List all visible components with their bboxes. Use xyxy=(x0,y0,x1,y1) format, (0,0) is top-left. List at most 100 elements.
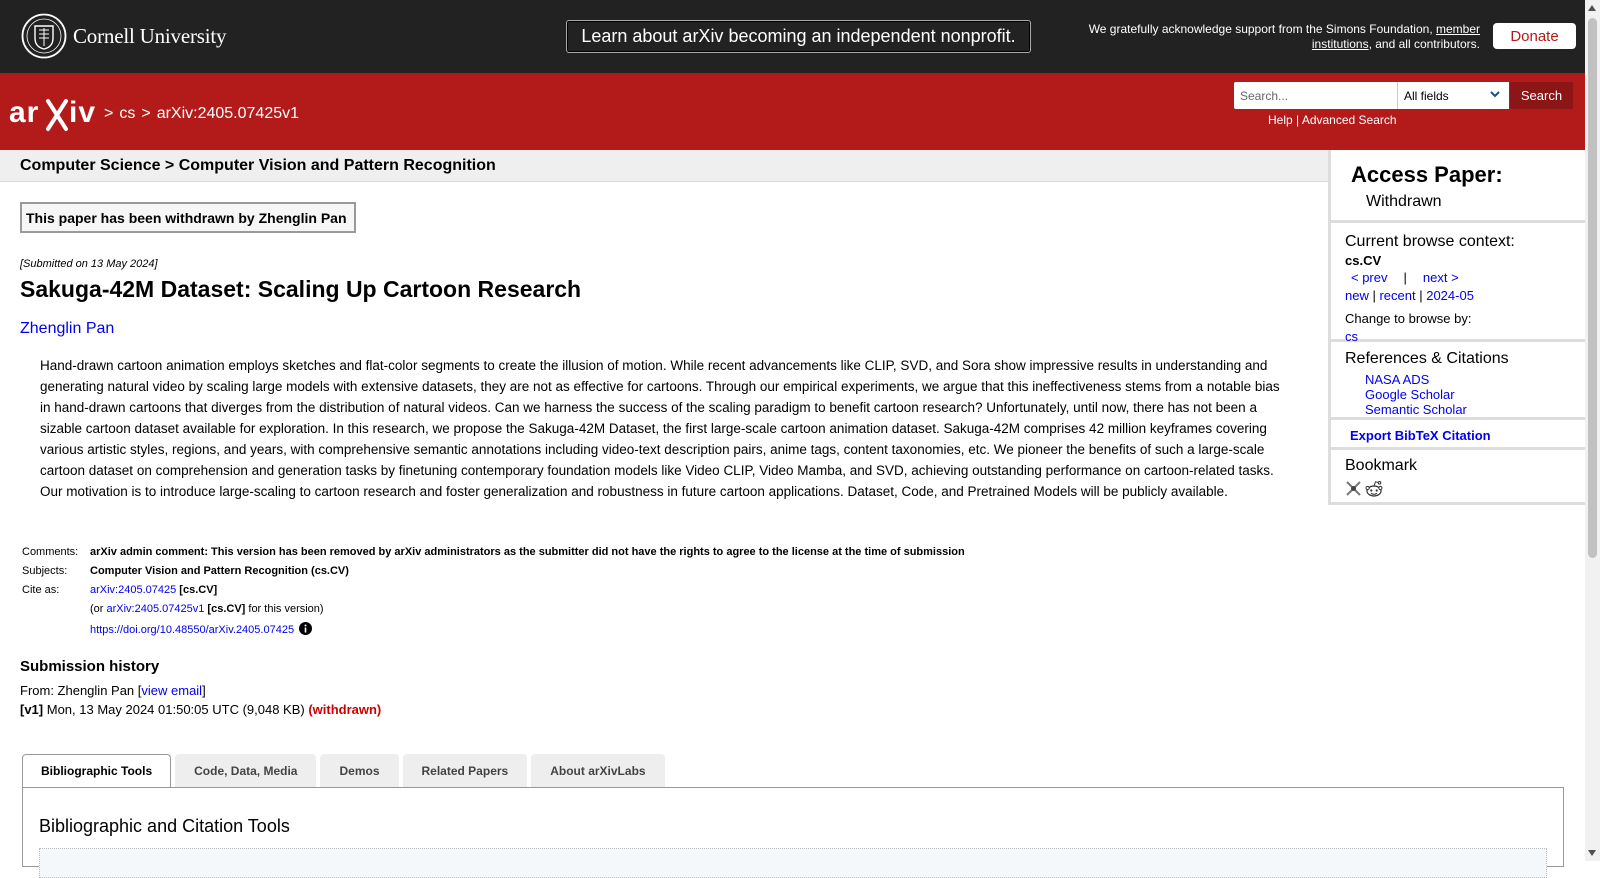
new-link[interactable]: new xyxy=(1345,288,1369,303)
subjects-value: Computer Vision and Pattern Recognition … xyxy=(90,565,349,577)
comments-label: Comments: xyxy=(22,546,79,558)
bookmark-box: Bookmark xyxy=(1328,450,1585,505)
scrollbar-thumb[interactable] xyxy=(1588,18,1597,558)
cite-row: Cite as: arXiv:2405.07425 [cs.CV] (or ar… xyxy=(20,584,965,643)
withdrawn-notice: This paper has been withdrawn by Zhengli… xyxy=(20,202,356,233)
bibsonomy-icon[interactable] xyxy=(1345,480,1362,497)
abstract: Hand-drawn cartoon animation employs ske… xyxy=(40,358,1280,499)
nasa-ads-link[interactable]: NASA ADS xyxy=(1365,372,1429,387)
cite-or: (or xyxy=(90,603,107,615)
acknowledgement-text: We gratefully acknowledge support from t… xyxy=(1070,22,1480,51)
subjects-label: Subjects: xyxy=(22,565,68,577)
version-label: [v1] xyxy=(20,702,44,717)
breadcrumb: > cs > arXiv:2405.07425v1 xyxy=(104,105,299,123)
page-scrollbar[interactable] xyxy=(1585,0,1600,861)
bookmark-icons xyxy=(1345,480,1383,498)
nonprofit-banner-button[interactable]: Learn about arXiv becoming an independen… xyxy=(566,20,1031,53)
paper-title: Sakuga-42M Dataset: Scaling Up Cartoon R… xyxy=(20,276,582,302)
metadata-table: Comments: arXiv admin comment: This vers… xyxy=(20,546,965,643)
prev-link[interactable]: < prev xyxy=(1351,270,1388,285)
sep: | xyxy=(1415,288,1427,303)
export-bibtex-link[interactable]: Export BibTeX Citation xyxy=(1350,428,1491,443)
breadcrumb-cs[interactable]: cs xyxy=(119,105,135,123)
submission-history-title: Submission history xyxy=(20,658,160,675)
doi-link[interactable]: https://doi.org/10.48550/arXiv.2405.0742… xyxy=(90,624,294,636)
tab-panel-content xyxy=(39,848,1547,878)
search-field-select[interactable]: All fields xyxy=(1397,82,1509,109)
tab-panel-title: Bibliographic and Citation Tools xyxy=(39,816,290,836)
cornell-logo[interactable]: Cornell University xyxy=(21,13,226,59)
svg-text:ar: ar xyxy=(9,96,39,129)
cite-version-category: [cs.CV] xyxy=(207,603,246,615)
subject-header: Computer Science > Computer Vision and P… xyxy=(0,150,1328,182)
next-link[interactable]: next > xyxy=(1423,270,1459,285)
tab-panel: Bibliographic and Citation Tools xyxy=(22,787,1564,878)
cornell-topbar: Cornell University Learn about arXiv bec… xyxy=(0,0,1585,73)
version-date: Mon, 13 May 2024 01:50:05 UTC (9,048 KB) xyxy=(43,702,309,717)
month-link[interactable]: 2024-05 xyxy=(1426,288,1474,303)
donate-button[interactable]: Donate xyxy=(1493,23,1576,49)
from-suffix: ] xyxy=(202,683,206,698)
cite-label: Cite as: xyxy=(22,584,60,596)
author-link[interactable]: Zhenglin Pan xyxy=(20,320,114,338)
submitted-date: [Submitted on 13 May 2024] xyxy=(20,258,158,270)
arxiv-header: ar iv > cs > arXiv:2405.07425v1 All fiel… xyxy=(0,73,1585,150)
comments-row: Comments: arXiv admin comment: This vers… xyxy=(20,546,965,565)
scroll-up-arrow-icon[interactable] xyxy=(1588,5,1596,11)
cornell-name: Cornell University xyxy=(73,23,227,48)
svg-text:iv: iv xyxy=(69,96,96,129)
arxiv-logo-icon[interactable]: ar iv xyxy=(8,93,103,133)
breadcrumb-sep: > xyxy=(104,105,114,122)
bibtex-box: Export BibTeX Citation xyxy=(1328,420,1585,450)
tab-bibliographic-tools[interactable]: Bibliographic Tools xyxy=(22,754,172,788)
nav-sep: | xyxy=(1403,270,1407,285)
browse-context-title: Current browse context: xyxy=(1345,233,1515,250)
cite-version-suffix: for this version) xyxy=(245,603,324,615)
version-v1: [v1] Mon, 13 May 2024 01:50:05 UTC (9,04… xyxy=(20,702,381,717)
from-prefix: From: Zhenglin Pan [ xyxy=(20,683,142,698)
submission-from: From: Zhenglin Pan [view email] xyxy=(20,683,206,698)
breadcrumb-sep: > xyxy=(141,105,151,122)
search-field-value: All fields xyxy=(1404,88,1449,103)
help-link[interactable]: Help xyxy=(1268,113,1293,127)
chevron-down-icon xyxy=(1490,91,1500,98)
cite-version-link[interactable]: arXiv:2405.07425v1 xyxy=(107,603,205,615)
version-status: (withdrawn) xyxy=(308,702,382,717)
search-input[interactable] xyxy=(1234,82,1397,109)
browse-context-category: cs.CV xyxy=(1345,253,1382,268)
browse-new-recent: new | recent | 2024-05 xyxy=(1345,288,1474,303)
ack-suffix: , and all contributors. xyxy=(1368,36,1480,51)
comments-value: arXiv admin comment: This version has be… xyxy=(90,546,965,558)
reddit-icon[interactable] xyxy=(1365,480,1383,498)
bookmark-title: Bookmark xyxy=(1345,457,1418,474)
labs-tabs: Bibliographic Tools Code, Data, Media De… xyxy=(22,754,665,788)
google-scholar-link[interactable]: Google Scholar xyxy=(1365,387,1455,402)
help-sep: | xyxy=(1292,113,1302,127)
sidebar: Access Paper: Withdrawn Current browse c… xyxy=(1328,150,1585,505)
cite-category: [cs.CV] xyxy=(179,584,218,596)
browse-nav: < prev | next > xyxy=(1345,270,1465,285)
cite-id-link[interactable]: arXiv:2405.07425 xyxy=(90,584,176,596)
cornell-seal-icon xyxy=(21,13,67,59)
access-paper-box: Access Paper: Withdrawn xyxy=(1328,150,1585,223)
tab-about-arxivlabs[interactable]: About arXivLabs xyxy=(531,754,665,787)
tab-related-papers[interactable]: Related Papers xyxy=(402,754,528,787)
access-status: Withdrawn xyxy=(1366,193,1442,210)
semantic-scholar-link[interactable]: Semantic Scholar xyxy=(1365,402,1467,417)
subjects-row: Subjects: Computer Vision and Pattern Re… xyxy=(20,565,965,584)
scroll-down-arrow-icon[interactable] xyxy=(1588,850,1596,856)
breadcrumb-paper-id: arXiv:2405.07425v1 xyxy=(156,105,300,122)
search-button[interactable]: Search xyxy=(1510,82,1573,109)
tab-demos[interactable]: Demos xyxy=(320,754,399,787)
browse-context-box: Current browse context: cs.CV < prev | nex… xyxy=(1328,223,1585,344)
access-paper-title: Access Paper: xyxy=(1351,162,1503,187)
help-links: Help | Advanced Search xyxy=(1268,113,1397,127)
tab-code-data-media[interactable]: Code, Data, Media xyxy=(175,754,317,787)
info-icon[interactable] xyxy=(299,622,313,635)
references-title: References & Citations xyxy=(1345,350,1509,367)
change-browse-label: Change to browse by: xyxy=(1345,311,1472,326)
recent-link[interactable]: recent xyxy=(1379,288,1415,303)
view-email-link[interactable]: view email xyxy=(141,683,202,698)
references-box: References & Citations NASA ADS Google S… xyxy=(1328,342,1585,420)
advanced-search-link[interactable]: Advanced Search xyxy=(1302,113,1397,127)
